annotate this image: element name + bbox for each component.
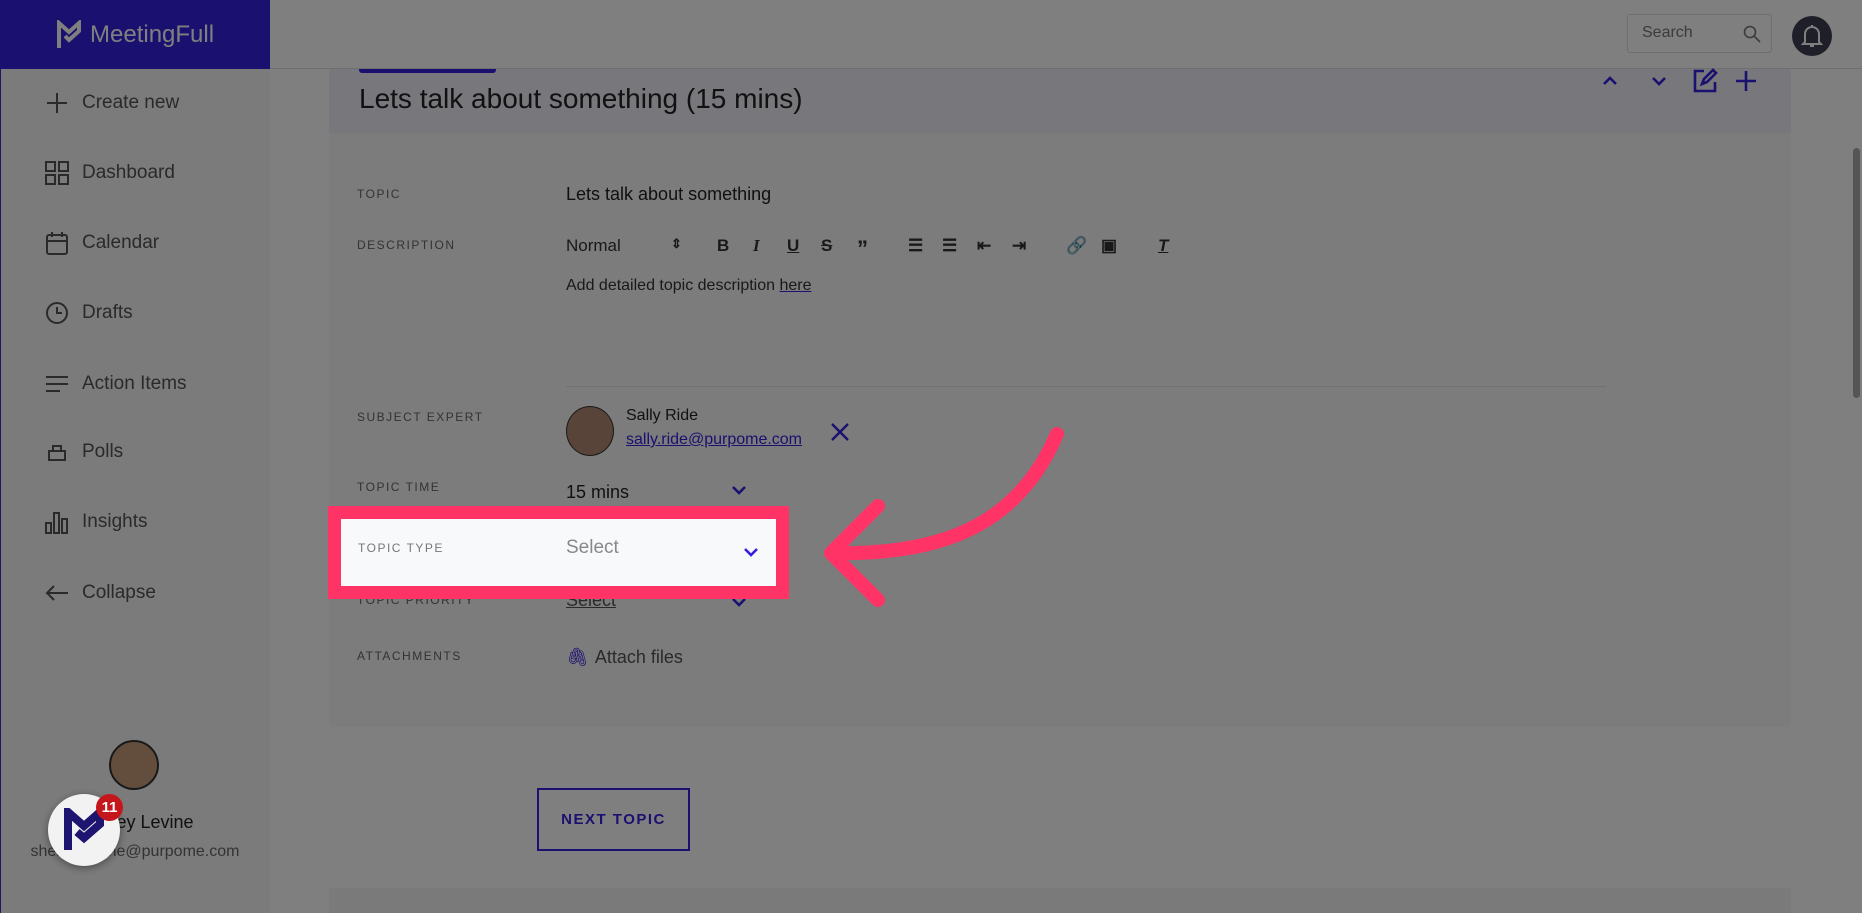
pointer-arrow [824, 427, 1064, 607]
arrow-shaft [828, 427, 1064, 561]
notification-badge: 11 [96, 794, 123, 821]
